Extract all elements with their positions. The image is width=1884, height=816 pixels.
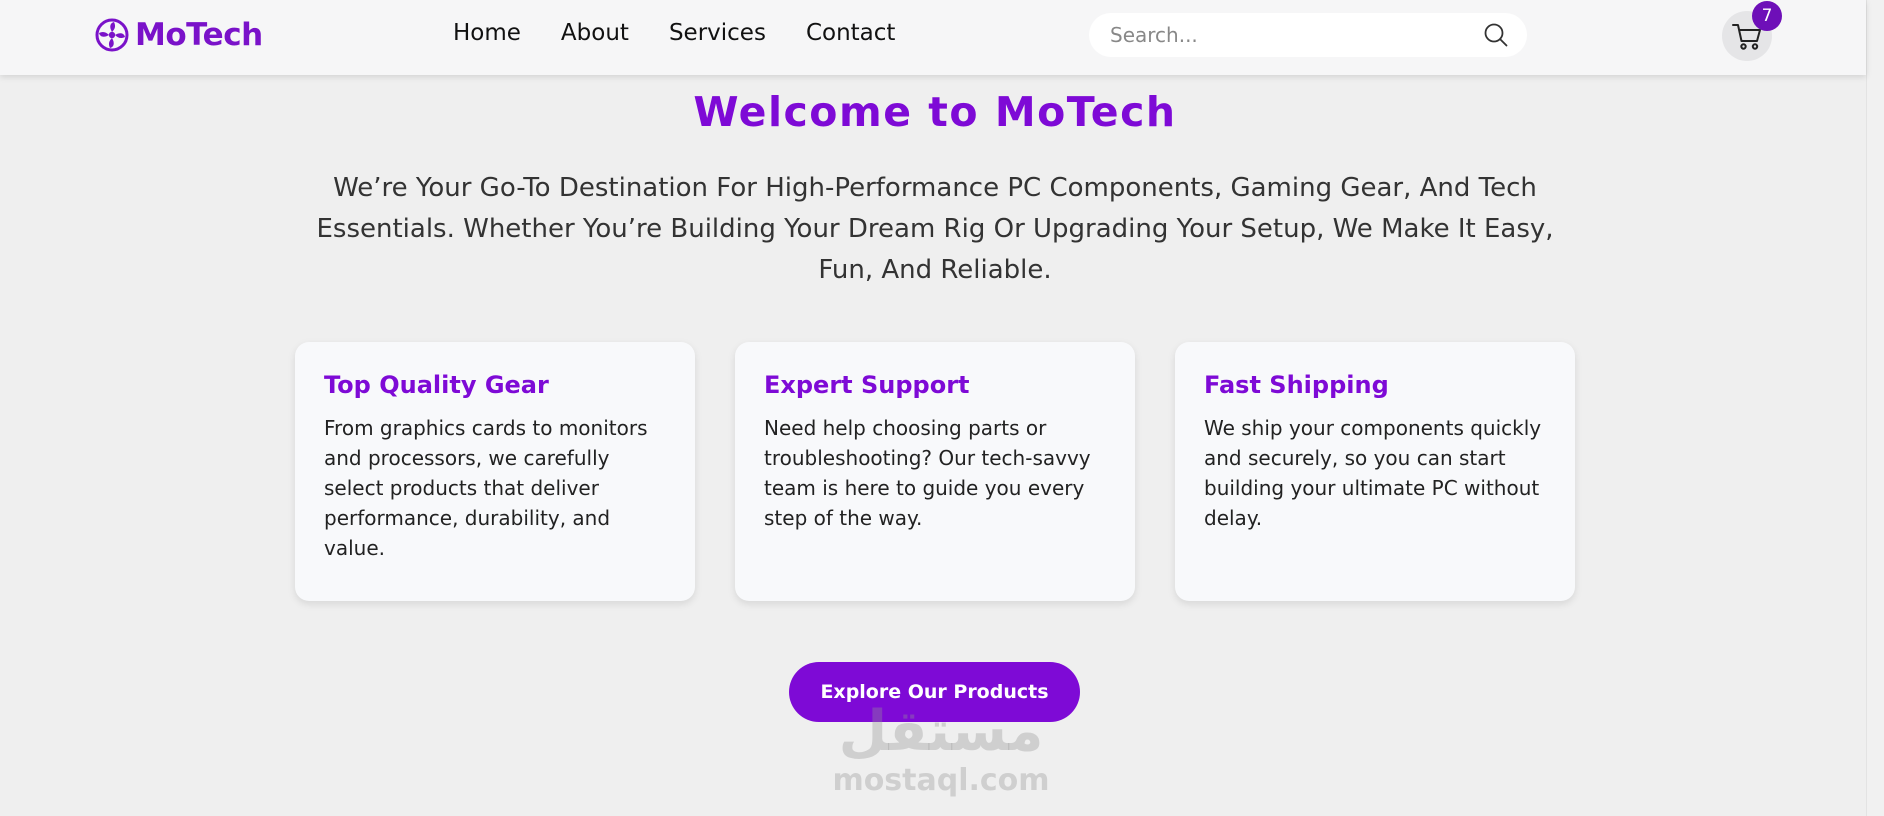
navbar: MoTech Home About Services Contact 7: [0, 0, 1866, 75]
hero-title: Welcome to MoTech: [693, 88, 1177, 136]
feature-card-text: We ship your components quickly and secu…: [1204, 416, 1542, 530]
search-icon[interactable]: [1483, 22, 1509, 48]
main-nav: Home About Services Contact: [453, 20, 895, 46]
nav-link-home[interactable]: Home: [453, 20, 521, 46]
feature-card-text: From graphics cards to monitors and proc…: [324, 416, 648, 560]
nav-link-contact[interactable]: Contact: [806, 20, 895, 46]
feature-card-quality: Top Quality Gear From graphics cards to …: [295, 342, 695, 601]
feature-card-shipping: Fast Shipping We ship your components qu…: [1175, 342, 1575, 601]
feature-card-support: Expert Support Need help choosing parts …: [735, 342, 1135, 601]
hero-description: We’re Your Go-To Destination For High-Pe…: [316, 173, 1554, 285]
feature-card-text: Need help choosing parts or troubleshoot…: [764, 416, 1091, 530]
nav-link-about[interactable]: About: [561, 20, 629, 46]
cart-button[interactable]: 7: [1722, 1, 1782, 61]
feature-card-title: Fast Shipping: [1204, 371, 1389, 399]
nav-link-services[interactable]: Services: [669, 20, 766, 46]
feature-card-title: Expert Support: [764, 371, 970, 399]
feature-cards: Top Quality Gear From graphics cards to …: [295, 342, 1575, 601]
brand-name: MoTech: [135, 17, 263, 53]
watermark-latin: mostaql.com: [832, 763, 1050, 798]
feature-card-title: Top Quality Gear: [324, 371, 549, 399]
cart-count-badge: 7: [1752, 1, 1782, 31]
brand[interactable]: MoTech: [95, 16, 263, 54]
search-box: [1089, 13, 1527, 57]
fan-logo-icon: [95, 18, 129, 52]
search-input[interactable]: [1110, 23, 1483, 47]
explore-products-button[interactable]: Explore Our Products: [789, 662, 1080, 722]
